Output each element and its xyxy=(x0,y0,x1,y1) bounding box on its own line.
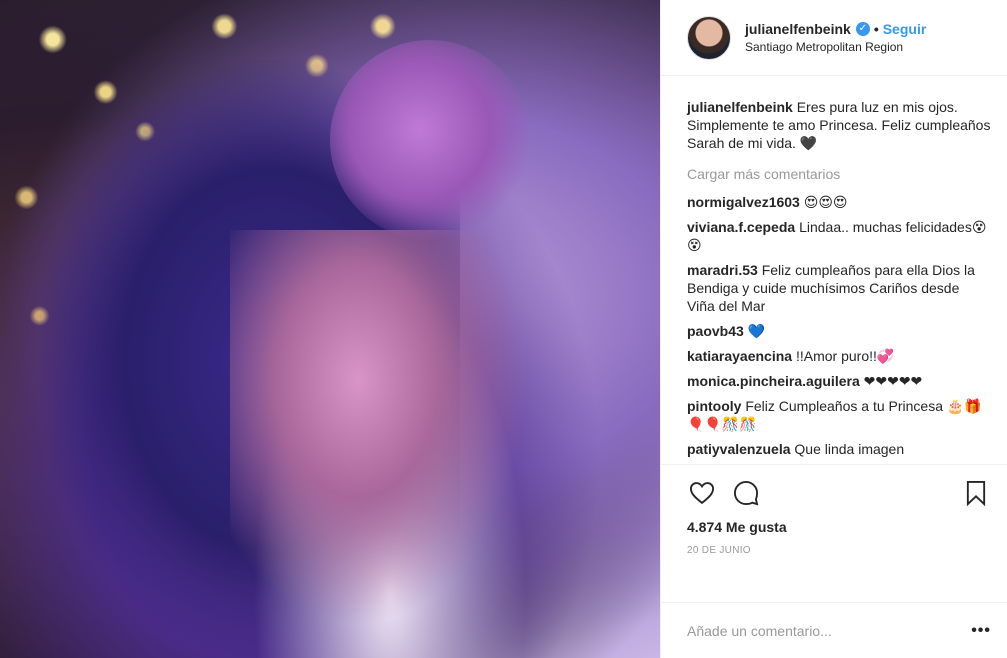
comment-username[interactable]: maradri.53 xyxy=(687,262,758,278)
comment-input[interactable] xyxy=(687,622,972,639)
post-photo[interactable] xyxy=(0,0,660,658)
comment-username[interactable]: monica.pincheira.aguilera xyxy=(687,373,860,389)
add-comment-bar: ••• xyxy=(661,602,1007,658)
comment-text: Que linda imagen xyxy=(794,441,905,457)
post-date[interactable]: 20 DE JUNIO xyxy=(687,545,991,556)
caption-username[interactable]: julianelfenbeink xyxy=(687,99,793,115)
comment-text: !!Amor puro!!💞 xyxy=(795,348,895,364)
comment-text: ❤❤❤❤❤ xyxy=(863,373,923,389)
comment-text: 💙 xyxy=(747,323,766,339)
comment-username[interactable]: viviana.f.cepeda xyxy=(687,219,795,235)
comment-username[interactable]: paovb43 xyxy=(687,323,744,339)
comment-username[interactable]: normigalvez1603 xyxy=(687,194,800,210)
avatar[interactable] xyxy=(687,15,731,60)
comment-item: maradri.53 Feliz cumpleaños para ella Di… xyxy=(687,261,991,315)
comment-item: patiyvalenzuela Que linda imagen xyxy=(687,440,991,458)
photo-figure-girl xyxy=(230,230,550,658)
comment-item: normigalvez1603 😍😍😍 xyxy=(687,193,991,211)
load-more-comments-button[interactable]: Cargar más comentarios xyxy=(687,166,991,182)
comment-item: monica.pincheira.aguilera ❤❤❤❤❤ xyxy=(687,372,991,390)
header-text: julianelfenbeink ✓ • Seguir Santiago Met… xyxy=(745,21,926,54)
comments-list[interactable]: julianelfenbeink Eres pura luz en mis oj… xyxy=(661,76,1007,464)
likes-count[interactable]: 4.874 Me gusta xyxy=(687,519,991,535)
comment-username[interactable]: katiarayaencina xyxy=(687,348,792,364)
comment-username[interactable]: pintooly xyxy=(687,398,741,414)
comment-username[interactable]: patiyvalenzuela xyxy=(687,441,791,457)
comment-item: paovb43 💙 xyxy=(687,322,991,340)
comment-text: 😍😍😍 xyxy=(803,194,848,210)
comment-item: viviana.f.cepeda Lindaa.. muchas felicid… xyxy=(687,218,991,254)
action-icons xyxy=(687,477,991,509)
photo-figure-head xyxy=(330,40,530,240)
follow-button[interactable]: Seguir xyxy=(883,21,927,37)
comment-item: katiarayaencina !!Amor puro!!💞 xyxy=(687,347,991,365)
post-header: julianelfenbeink ✓ • Seguir Santiago Met… xyxy=(661,0,1007,76)
instagram-post: julianelfenbeink ✓ • Seguir Santiago Met… xyxy=(0,0,1007,658)
heart-icon[interactable] xyxy=(687,478,717,508)
comment-item: pintooly Feliz Cumpleaños a tu Princesa … xyxy=(687,397,991,433)
comment-icon[interactable] xyxy=(731,478,761,508)
caption: julianelfenbeink Eres pura luz en mis oj… xyxy=(687,98,991,152)
verified-icon: ✓ xyxy=(855,22,870,36)
post-sidebar: julianelfenbeink ✓ • Seguir Santiago Met… xyxy=(660,0,1007,658)
author-username[interactable]: julianelfenbeink xyxy=(745,21,851,37)
location-link[interactable]: Santiago Metropolitan Region xyxy=(745,40,926,54)
post-actions: 4.874 Me gusta 20 DE JUNIO xyxy=(661,464,1007,602)
more-options-icon[interactable]: ••• xyxy=(971,622,991,640)
separator-dot: • xyxy=(873,21,879,37)
bookmark-icon[interactable] xyxy=(961,478,991,508)
header-line: julianelfenbeink ✓ • Seguir xyxy=(745,21,926,37)
